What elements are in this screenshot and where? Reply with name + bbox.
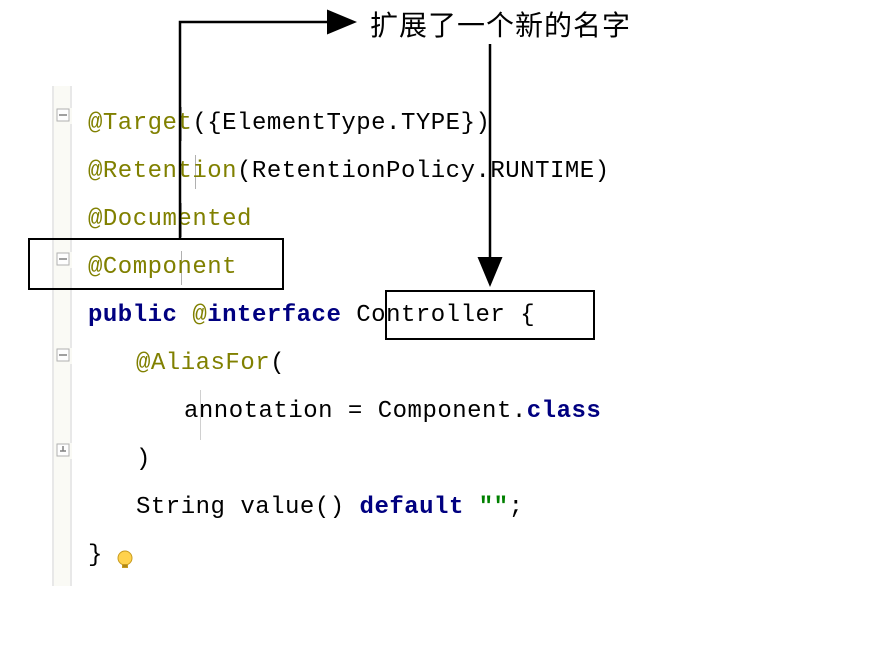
code-line: } (88, 532, 610, 580)
code-line: public @interface Controller { (88, 292, 610, 340)
fold-minus-icon[interactable] (56, 348, 72, 364)
annotation-token: @Component (88, 254, 237, 281)
code-line: @Target({ElementType.TYPE}) (88, 100, 610, 148)
code-line: @Component (88, 244, 610, 292)
fold-minus-icon[interactable] (56, 252, 72, 268)
keyword-class: class (527, 398, 602, 425)
editor-gutter (52, 86, 72, 586)
annotation-token: @Documented (88, 206, 252, 233)
annotation-token: @Target (88, 110, 192, 137)
code-editor[interactable]: @Target({ElementType.TYPE}) @Retention(R… (88, 100, 610, 580)
type-name: Controller (341, 302, 520, 329)
keyword-public: public (88, 302, 192, 329)
annotation-label: 扩展了一个新的名字 (370, 4, 631, 44)
code-line: String value() default ""; (88, 484, 610, 532)
keyword-default: default (360, 494, 464, 521)
code-line: @Documented (88, 196, 610, 244)
code-line: annotation = Component.class (88, 388, 610, 436)
annotation-token: @AliasFor (136, 350, 270, 377)
annotation-token: @Retention (88, 158, 237, 185)
code-line: @AliasFor( (88, 340, 610, 388)
string-literal: "" (479, 494, 509, 521)
fold-end-icon[interactable] (56, 443, 72, 459)
code-line: ) (88, 436, 610, 484)
keyword-interface: interface (207, 302, 341, 329)
code-line: @Retention(RetentionPolicy.RUNTIME) (88, 148, 610, 196)
fold-minus-icon[interactable] (56, 108, 72, 124)
intention-bulb-icon[interactable] (114, 549, 136, 571)
